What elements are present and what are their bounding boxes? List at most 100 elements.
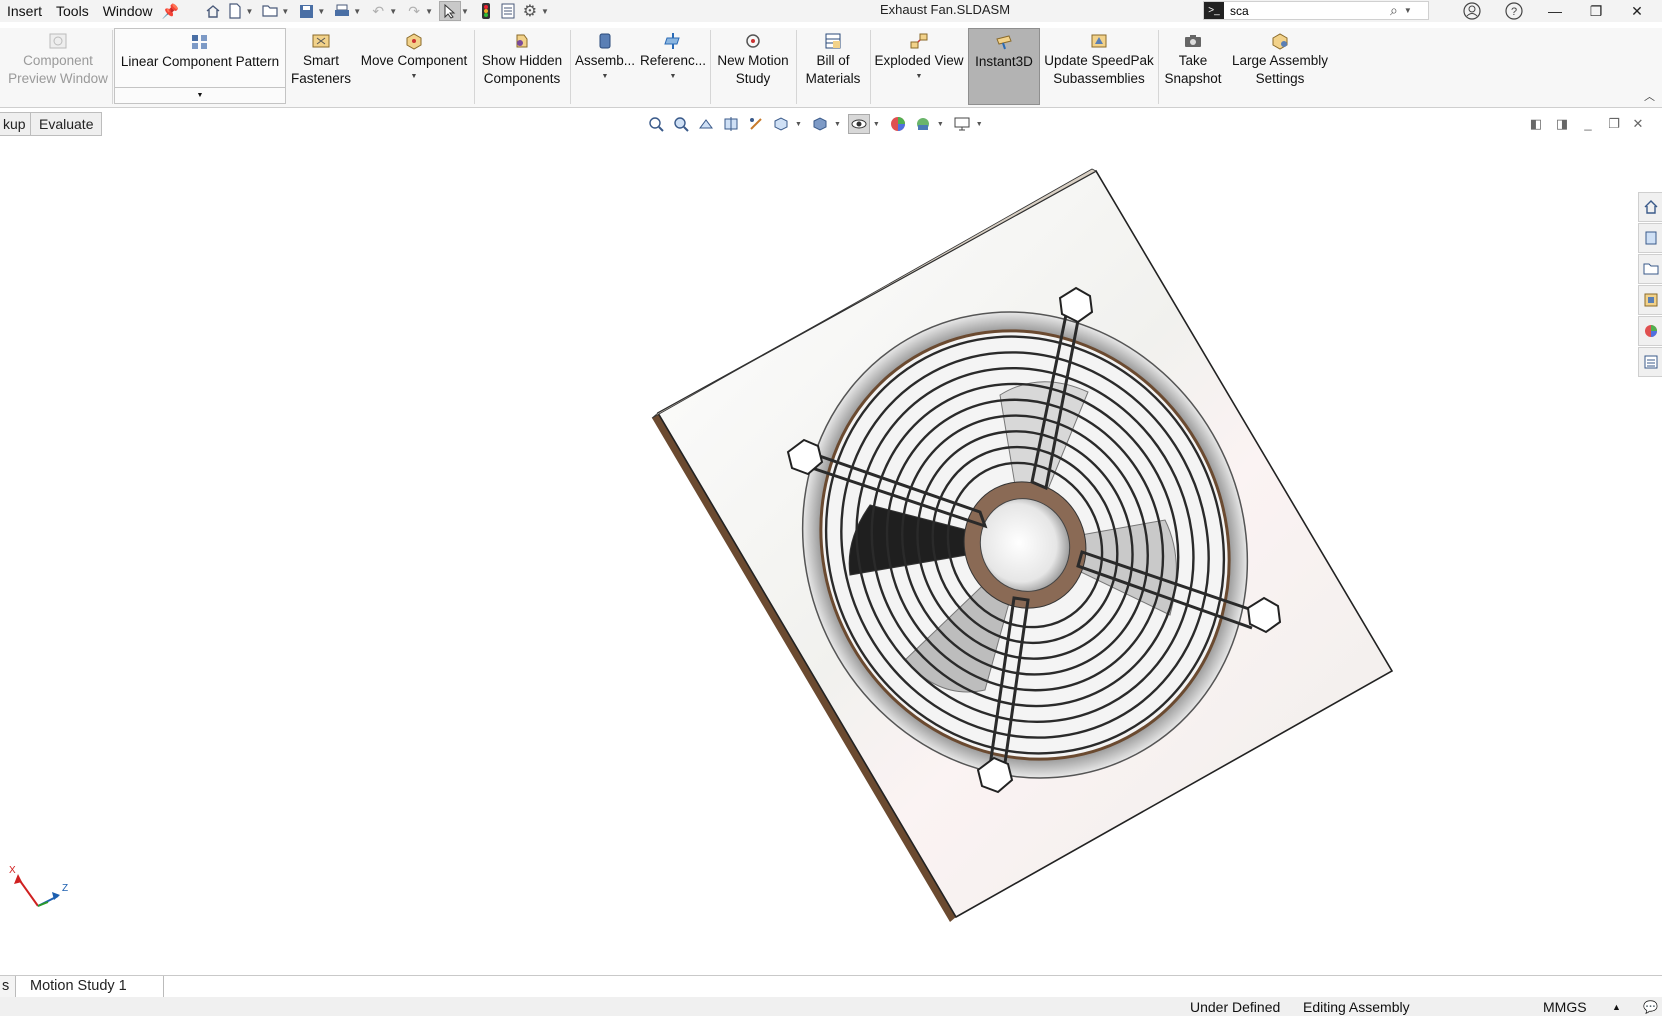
- reference-geometry-button[interactable]: Referenc... ▼: [638, 28, 708, 106]
- move-component-dropdown-caret-icon[interactable]: ▼: [411, 72, 418, 82]
- search-input[interactable]: [1224, 3, 1384, 18]
- save-dropdown-caret-icon[interactable]: ▼: [317, 7, 325, 16]
- undo-dropdown-caret-icon[interactable]: ▼: [389, 7, 397, 16]
- viewport-restore-icon[interactable]: ❐: [1604, 116, 1624, 132]
- display-style-icon[interactable]: [809, 114, 831, 134]
- hide-show-dropdown-caret-icon[interactable]: ▼: [873, 121, 880, 128]
- svg-text:?: ?: [1511, 6, 1517, 18]
- tab-model[interactable]: s: [0, 976, 17, 997]
- search-box[interactable]: >_ ⌕ ▼: [1203, 1, 1429, 20]
- status-units[interactable]: MMGS: [1543, 998, 1587, 1016]
- linear-component-pattern-button[interactable]: Linear Component Pattern ▼: [114, 28, 286, 104]
- graphics-viewport[interactable]: X Z: [0, 140, 1635, 975]
- open-dropdown-caret-icon[interactable]: ▼: [281, 7, 289, 16]
- menu-insert[interactable]: Insert: [0, 0, 49, 22]
- heads-up-view-toolbar: ▼ ▼ ▼ ▼ ▼: [645, 114, 987, 134]
- zoom-to-fit-icon[interactable]: [645, 114, 667, 134]
- component-preview-window-button[interactable]: Component Preview Window: [4, 28, 112, 106]
- reference-geometry-dropdown-caret-icon[interactable]: ▼: [670, 72, 677, 82]
- take-snapshot-button[interactable]: Take Snapshot: [1160, 28, 1226, 106]
- close-window-icon[interactable]: ✕: [1617, 0, 1657, 22]
- view-orientation-dropdown-caret-icon[interactable]: ▼: [795, 121, 802, 128]
- tile-left-icon[interactable]: ◧: [1526, 116, 1546, 132]
- new-dropdown-caret-icon[interactable]: ▼: [246, 7, 254, 16]
- show-hidden-components-button[interactable]: Show Hidden Components: [476, 28, 568, 106]
- exploded-view-icon: [909, 32, 929, 50]
- tab-markup[interactable]: kup: [0, 112, 31, 136]
- menu-tools[interactable]: Tools: [49, 0, 96, 22]
- exploded-view-dropdown-caret-icon[interactable]: ▼: [916, 72, 923, 82]
- display-style-dropdown-caret-icon[interactable]: ▼: [834, 121, 841, 128]
- new-motion-study-button[interactable]: New Motion Study: [712, 28, 794, 106]
- file-properties-icon[interactable]: [497, 1, 519, 21]
- rebuild-traffic-light-icon[interactable]: [475, 1, 497, 21]
- reference-triad: X Z: [9, 865, 68, 907]
- triad-z-label: Z: [62, 883, 68, 894]
- print-dropdown-caret-icon[interactable]: ▼: [353, 7, 361, 16]
- section-view-icon[interactable]: [720, 114, 742, 134]
- view-palette-icon[interactable]: [1638, 285, 1662, 315]
- document-title: Exhaust Fan.SLDASM: [879, 2, 1011, 17]
- custom-properties-icon[interactable]: [1638, 347, 1662, 377]
- viewport-minimize-icon[interactable]: _: [1578, 116, 1598, 131]
- design-library-icon[interactable]: [1638, 223, 1662, 253]
- reference-geometry-icon: [663, 32, 683, 50]
- large-assembly-settings-button[interactable]: Large Assembly Settings: [1228, 28, 1332, 106]
- apply-scene-icon[interactable]: [912, 114, 934, 134]
- undo-icon[interactable]: ↶: [367, 1, 389, 21]
- comment-bubble-icon[interactable]: 💬: [1643, 998, 1658, 1016]
- tab-evaluate[interactable]: Evaluate: [30, 112, 103, 136]
- menu-window[interactable]: Window: [96, 0, 160, 22]
- zoom-to-area-icon[interactable]: [670, 114, 692, 134]
- file-explorer-folder-icon[interactable]: [1638, 254, 1662, 284]
- open-folder-icon[interactable]: [259, 1, 281, 21]
- bill-of-materials-button[interactable]: Bill of Materials: [798, 28, 868, 106]
- move-component-button[interactable]: Move Component ▼: [356, 28, 472, 106]
- update-speedpak-subassemblies-button[interactable]: Update SpeedPak Subassemblies: [1042, 28, 1156, 106]
- tab-motion-study-1[interactable]: Motion Study 1: [22, 976, 164, 997]
- assembly-features-button[interactable]: Assemb... ▼: [572, 28, 638, 106]
- linear-pattern-dropdown-caret-icon[interactable]: ▼: [115, 87, 285, 103]
- search-dropdown-caret-icon[interactable]: ▼: [1404, 6, 1412, 15]
- dynamic-annotation-icon[interactable]: [745, 114, 767, 134]
- large-assembly-settings-icon: [1270, 32, 1290, 50]
- collapse-ribbon-chevron-icon[interactable]: ︿: [1644, 88, 1655, 104]
- units-dropdown-caret-icon[interactable]: ▲: [1612, 998, 1621, 1016]
- help-icon[interactable]: ?: [1494, 0, 1534, 22]
- restore-window-icon[interactable]: ❐: [1576, 0, 1616, 22]
- redo-icon[interactable]: ↷: [403, 1, 425, 21]
- search-icon[interactable]: ⌕: [1390, 2, 1398, 19]
- edit-appearance-icon[interactable]: [887, 114, 909, 134]
- command-manager: Component Preview Window Linear Componen…: [0, 28, 1662, 108]
- options-dropdown-caret-icon[interactable]: ▼: [541, 7, 549, 16]
- instant3d-button[interactable]: Instant3D: [968, 28, 1040, 105]
- account-user-icon[interactable]: [1452, 0, 1492, 22]
- save-icon[interactable]: [295, 1, 317, 21]
- instant3d-icon: [994, 33, 1014, 51]
- view-settings-dropdown-caret-icon[interactable]: ▼: [976, 121, 983, 128]
- assembly-features-dropdown-caret-icon[interactable]: ▼: [602, 72, 609, 82]
- previous-view-icon[interactable]: [695, 114, 717, 134]
- home-icon[interactable]: [202, 1, 224, 21]
- redo-dropdown-caret-icon[interactable]: ▼: [425, 7, 433, 16]
- appearances-scenes-icon[interactable]: [1638, 316, 1662, 346]
- print-icon[interactable]: [331, 1, 353, 21]
- view-settings-monitor-icon[interactable]: [951, 114, 973, 134]
- select-dropdown-caret-icon[interactable]: ▼: [461, 7, 469, 16]
- options-gear-icon[interactable]: ⚙: [519, 1, 541, 21]
- view-orientation-icon[interactable]: [770, 114, 792, 134]
- minimize-window-icon[interactable]: —: [1535, 0, 1575, 22]
- status-definition: Under Defined: [1190, 999, 1281, 1015]
- smart-fasteners-button[interactable]: Smart Fasteners: [288, 28, 354, 106]
- select-cursor-icon[interactable]: [439, 1, 462, 21]
- new-document-icon[interactable]: [224, 1, 246, 21]
- pin-icon[interactable]: 📌: [160, 1, 182, 21]
- apply-scene-dropdown-caret-icon[interactable]: ▼: [937, 121, 944, 128]
- tile-right-icon[interactable]: ◨: [1552, 116, 1572, 132]
- solidworks-resources-home-icon[interactable]: [1638, 192, 1662, 222]
- exploded-view-button[interactable]: Exploded View ▼: [872, 28, 966, 106]
- viewport-close-icon[interactable]: ✕: [1628, 116, 1648, 132]
- task-pane-tabs: [1638, 192, 1662, 378]
- camera-icon: [1183, 32, 1203, 50]
- hide-show-items-icon[interactable]: [847, 114, 870, 134]
